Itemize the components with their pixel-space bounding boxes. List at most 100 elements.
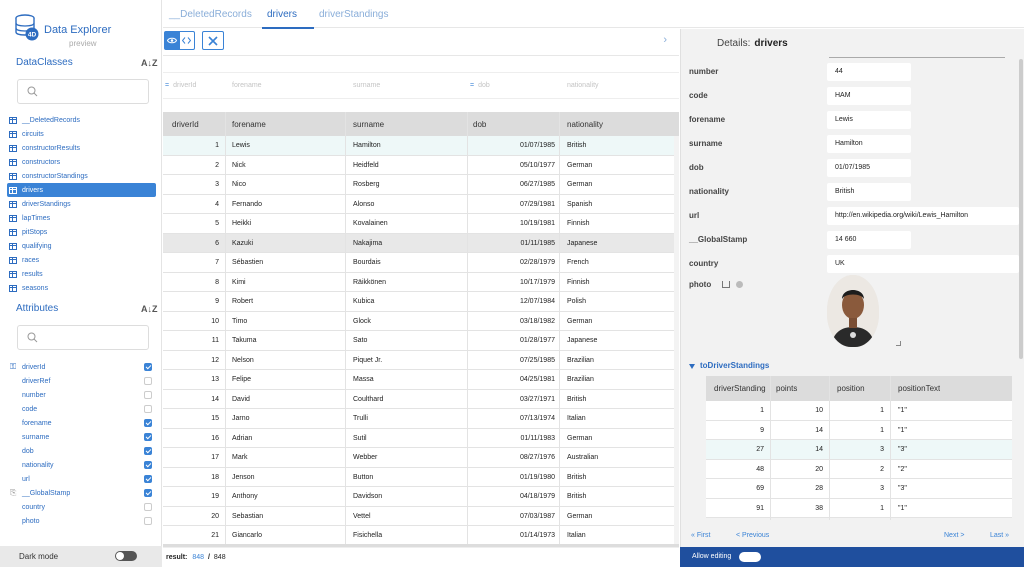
attribute-item[interactable]: surname — [8, 430, 156, 444]
attribute-checkbox[interactable] — [144, 475, 152, 483]
dataclass-item[interactable]: results — [7, 267, 156, 281]
attribute-checkbox[interactable] — [144, 363, 152, 371]
field-value-input[interactable]: Hamilton — [827, 135, 911, 153]
attribute-item[interactable]: dob — [8, 444, 156, 458]
attribute-item[interactable]: forename — [8, 416, 156, 430]
dataclass-item[interactable]: pitStops — [7, 225, 156, 239]
dataclass-item[interactable]: __DeletedRecords — [7, 113, 156, 127]
column-header-dob[interactable]: dob — [473, 120, 486, 129]
dataclass-item[interactable]: seasons — [7, 281, 156, 295]
field-value-input[interactable]: UK — [827, 255, 1019, 273]
attribute-item[interactable]: ⎘ __GlobalStamp — [8, 486, 156, 500]
relation-column-header[interactable]: positionText — [898, 384, 940, 393]
attribute-item[interactable]: url — [8, 472, 156, 486]
attribute-checkbox[interactable] — [144, 517, 152, 525]
attribute-item[interactable]: country — [8, 500, 156, 514]
table-row[interactable]: 15 Jarno Trulli 07/13/1974 Italian — [163, 409, 679, 429]
attribute-item[interactable]: ⚿ driverId — [8, 360, 156, 374]
field-value-input[interactable]: 14 660 — [827, 231, 911, 249]
previous-page-link[interactable]: < Previous — [736, 532, 769, 539]
field-value-input[interactable]: British — [827, 183, 911, 201]
table-row[interactable]: 9 Robert Kubica 12/07/1984 Polish — [163, 292, 679, 312]
tab-driver-standings[interactable]: driverStandings — [319, 9, 388, 20]
filter-surname-input[interactable]: surname — [353, 82, 380, 89]
table-row[interactable]: 18 Jenson Button 01/19/1980 British — [163, 467, 679, 487]
relation-column-header[interactable]: points — [776, 384, 797, 393]
field-value-input[interactable]: HAM — [827, 87, 911, 105]
table-row[interactable]: 5 Heikki Kovalainen 10/19/1981 Finnish — [163, 214, 679, 234]
relation-row[interactable]: 27 14 3 "3" — [706, 440, 1012, 460]
attribute-item[interactable]: photo — [8, 514, 156, 528]
attribute-checkbox[interactable] — [144, 405, 152, 413]
table-row[interactable]: 4 Fernando Alonso 07/29/1981 Spanish — [163, 194, 679, 214]
relation-row[interactable]: 1 10 1 "1" — [706, 401, 1012, 421]
field-value-input[interactable]: http://en.wikipedia.org/wiki/Lewis_Hamil… — [827, 207, 1019, 225]
attribute-item[interactable]: nationality — [8, 458, 156, 472]
filter-nationality-input[interactable]: nationality — [567, 82, 599, 89]
table-row[interactable]: 14 David Coulthard 03/27/1971 British — [163, 389, 679, 409]
table-row[interactable]: 3 Nico Rosberg 06/27/1985 German — [163, 175, 679, 195]
attribute-checkbox[interactable] — [144, 447, 152, 455]
table-row[interactable]: 19 Anthony Davidson 04/18/1979 British — [163, 487, 679, 507]
field-value-input[interactable]: Lewis — [827, 111, 911, 129]
attribute-checkbox[interactable] — [144, 503, 152, 511]
dataclass-item[interactable]: driverStandings — [7, 197, 156, 211]
chevron-right-icon[interactable]: › — [663, 34, 667, 46]
grid-vertical-scrollbar[interactable] — [674, 136, 679, 544]
dataclass-item[interactable]: constructorStandings — [7, 169, 156, 183]
column-header-driverid[interactable]: driverId — [172, 120, 199, 129]
column-header-nationality[interactable]: nationality — [567, 120, 603, 129]
filter-dob-input[interactable]: = dob — [470, 82, 490, 89]
table-row[interactable]: 1 Lewis Hamilton 01/07/1985 British — [163, 136, 679, 156]
filter-forename-input[interactable]: forename — [232, 82, 262, 89]
dataclass-item[interactable]: constructors — [7, 155, 156, 169]
field-value-input[interactable]: 44 — [827, 63, 911, 81]
table-row[interactable]: 10 Timo Glock 03/18/1982 German — [163, 311, 679, 331]
table-row[interactable]: 17 Mark Webber 08/27/1976 Australian — [163, 448, 679, 468]
preview-view-button[interactable] — [165, 32, 180, 49]
dataclass-search-input[interactable] — [17, 79, 149, 104]
table-row[interactable]: 2 Nick Heidfeld 05/10/1977 German — [163, 155, 679, 175]
dark-mode-toggle[interactable] — [115, 551, 137, 561]
table-row[interactable]: 16 Adrian Sutil 01/11/1983 German — [163, 428, 679, 448]
dataclass-item[interactable]: drivers — [7, 183, 156, 197]
attribute-checkbox[interactable] — [144, 391, 152, 399]
tab-drivers[interactable]: drivers — [267, 9, 297, 20]
attribute-checkbox[interactable] — [144, 433, 152, 441]
allow-editing-toggle[interactable] — [739, 552, 761, 562]
table-row[interactable]: 21 Giancarlo Fisichella 01/14/1973 Italian — [163, 526, 679, 544]
attribute-item[interactable]: number — [8, 388, 156, 402]
table-row[interactable]: 6 Kazuki Nakajima 01/11/1985 Japanese — [163, 233, 679, 253]
table-row[interactable]: 7 Sébastien Bourdais 02/28/1979 French — [163, 253, 679, 273]
dataclass-item[interactable]: constructorResults — [7, 141, 156, 155]
attribute-checkbox[interactable] — [144, 419, 152, 427]
details-scrollbar[interactable] — [1019, 59, 1023, 359]
relation-row[interactable]: 9 14 1 "1" — [706, 420, 1012, 440]
next-page-link[interactable]: Next > — [944, 532, 964, 539]
relation-row[interactable]: 91 38 1 "1" — [706, 498, 1012, 518]
relation-column-header[interactable]: driverStanding — [714, 384, 770, 393]
table-row[interactable]: 12 Nelson Piquet Jr. 07/25/1985 Brazilian — [163, 350, 679, 370]
relation-title[interactable]: toDriverStandings — [700, 361, 769, 370]
photo-upload-icon[interactable] — [722, 281, 730, 288]
photo-resize-handle-icon[interactable] — [896, 341, 901, 346]
photo-clear-icon[interactable] — [736, 281, 743, 288]
attribute-checkbox[interactable] — [144, 461, 152, 469]
clear-button[interactable] — [202, 31, 224, 50]
column-header-forename[interactable]: forename — [232, 120, 266, 129]
sort-dataclasses-button[interactable]: A↓Z — [141, 58, 158, 68]
column-header-surname[interactable]: surname — [353, 120, 384, 129]
attribute-item[interactable]: code — [8, 402, 156, 416]
table-row[interactable]: 11 Takuma Sato 01/28/1977 Japanese — [163, 331, 679, 351]
code-view-button[interactable] — [180, 32, 195, 49]
first-page-link[interactable]: « First — [691, 532, 710, 539]
table-row[interactable]: 20 Sebastian Vettel 07/03/1987 German — [163, 506, 679, 526]
collapse-triangle-icon[interactable] — [689, 364, 695, 369]
table-row[interactable]: 8 Kimi Räikkönen 10/17/1979 Finnish — [163, 272, 679, 292]
filter-driverid-input[interactable]: = driverId — [165, 82, 196, 89]
dataclass-item[interactable]: circuits — [7, 127, 156, 141]
dataclass-item[interactable]: qualifying — [7, 239, 156, 253]
relation-row[interactable]: 69 28 3 "3" — [706, 479, 1012, 499]
last-page-link[interactable]: Last » — [990, 532, 1009, 539]
attribute-search-input[interactable] — [17, 325, 149, 350]
